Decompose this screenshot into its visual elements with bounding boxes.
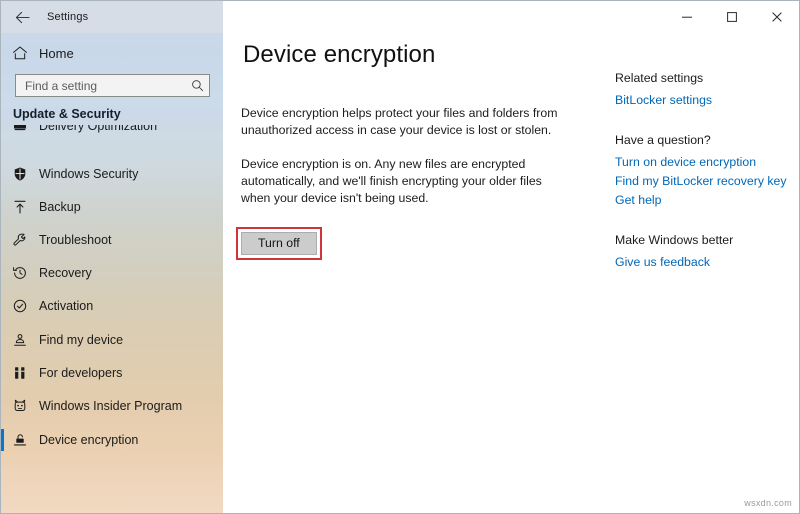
lock-encryption-icon [1, 432, 39, 448]
sidebar-item-activation[interactable]: Activation [1, 293, 223, 319]
sidebar-item-label: Activation [39, 299, 94, 313]
related-settings-rail: Related settings BitLocker settings Have… [615, 71, 791, 272]
sidebar-item-label: Find my device [39, 333, 124, 347]
search-input[interactable] [25, 78, 187, 93]
search-icon [187, 79, 204, 92]
rail-group-make-windows-better: Make Windows better Give us feedback [615, 233, 791, 271]
close-button[interactable] [754, 1, 799, 33]
maximize-button[interactable] [709, 1, 754, 33]
turn-off-button[interactable]: Turn off [241, 232, 317, 255]
watermark: wsxdn.com [744, 498, 792, 508]
insider-cat-icon [1, 398, 39, 414]
sidebar-item-backup[interactable]: Backup [1, 194, 223, 220]
description-paragraph-1: Device encryption helps protect your fil… [241, 106, 558, 137]
sidebar-item-device-encryption[interactable]: Device encryption [1, 427, 223, 453]
rail-group-related-settings: Related settings BitLocker settings [615, 71, 791, 109]
sidebar-group-header: Update & Security [13, 107, 121, 121]
link-find-my-bitlocker-recovery-key[interactable]: Find my BitLocker recovery key [615, 172, 791, 190]
sidebar-item-recovery[interactable]: Recovery [1, 260, 223, 286]
sidebar-item-label: Windows Security [39, 167, 139, 181]
link-give-us-feedback[interactable]: Give us feedback [615, 253, 791, 271]
description-block: Device encryption helps protect your fil… [241, 105, 571, 207]
sidebar-item-label: Recovery [39, 266, 92, 280]
link-turn-on-device-encryption[interactable]: Turn on device encryption [615, 153, 791, 171]
history-clock-icon [1, 265, 39, 281]
page-title: Device encryption [243, 41, 436, 68]
sidebar-inner: Home Find a setting Delivery Optimizatio… [1, 1, 223, 513]
sidebar-item-for-developers[interactable]: For developers [1, 360, 223, 386]
developer-tools-icon [1, 365, 39, 381]
sidebar: Home Find a setting Delivery Optimizatio… [1, 1, 223, 513]
sidebar-item-find-my-device[interactable]: Find my device [1, 327, 223, 353]
person-pin-icon [1, 332, 39, 348]
sidebar-item-windows-security[interactable]: Windows Security [1, 161, 223, 187]
rail-heading: Make Windows better [615, 233, 734, 247]
settings-window: Settings Home Find a setting Delivery Op… [0, 0, 800, 514]
home-icon [1, 45, 39, 61]
sidebar-item-windows-insider-program[interactable]: Windows Insider Program [1, 393, 223, 419]
sidebar-item-label: Troubleshoot [39, 233, 112, 247]
sidebar-item-troubleshoot[interactable]: Troubleshoot [1, 227, 223, 253]
link-bitlocker-settings[interactable]: BitLocker settings [615, 91, 791, 109]
link-get-help[interactable]: Get help [615, 191, 791, 209]
sidebar-item-home[interactable]: Home [1, 39, 223, 67]
wrench-icon [1, 232, 39, 248]
content-area: Device encryption Device encryption help… [223, 33, 799, 513]
title-bar: Settings [1, 1, 799, 33]
caption-buttons [223, 1, 799, 33]
rail-group-have-a-question: Have a question? Turn on device encrypti… [615, 133, 791, 209]
back-arrow-icon[interactable] [1, 1, 43, 33]
rail-heading: Have a question? [615, 133, 711, 147]
backup-upload-icon [1, 199, 39, 215]
app-title: Settings [47, 11, 89, 23]
sidebar-item-label: For developers [39, 366, 123, 380]
title-bar-left: Settings [1, 1, 223, 33]
description-paragraph-2: Device encryption is on. Any new files a… [241, 157, 542, 205]
sidebar-item-label-home: Home [39, 45, 74, 61]
search-box[interactable] [15, 74, 210, 97]
selection-indicator [1, 429, 4, 451]
rail-heading: Related settings [615, 71, 704, 85]
check-circle-icon [1, 298, 39, 314]
minimize-button[interactable] [664, 1, 709, 33]
turn-off-highlight-annotation: Turn off [236, 227, 322, 260]
sidebar-item-label: Device encryption [39, 433, 139, 447]
sidebar-item-label: Backup [39, 200, 81, 214]
sidebar-item-label: Windows Insider Program [39, 399, 183, 413]
shield-icon [1, 166, 39, 182]
